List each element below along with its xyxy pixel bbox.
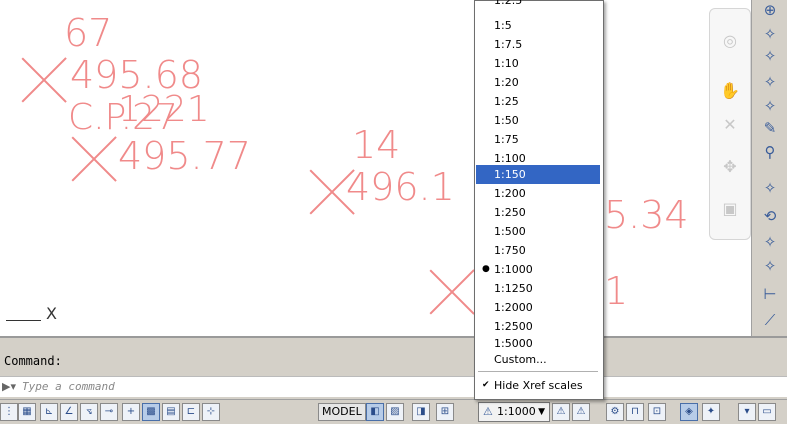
scale-option[interactable]: 1:2.5 bbox=[476, 0, 600, 10]
point-elevation: 495.77 bbox=[118, 134, 251, 178]
status-menu-icon[interactable]: ▾ bbox=[738, 403, 756, 421]
menu-separator bbox=[478, 371, 598, 372]
dynamic-input-icon[interactable]: ▩ bbox=[142, 403, 160, 421]
scale-option[interactable]: 1:75 bbox=[476, 130, 600, 149]
annotation-scale-value: 1:1000 bbox=[497, 405, 536, 418]
object-snap-icon[interactable]: ✧ bbox=[759, 24, 781, 44]
scale-option[interactable]: 1:1250 bbox=[476, 279, 600, 298]
chevron-down-icon: ▼ bbox=[538, 407, 545, 417]
scale-option[interactable]: 1:250 bbox=[476, 203, 600, 222]
pan-hand-icon[interactable]: ✋ bbox=[720, 81, 740, 101]
showmotion-icon[interactable]: ▣ bbox=[720, 199, 740, 219]
isolate-objects-icon[interactable]: ◈ bbox=[680, 403, 698, 421]
ucs-x-axis-label: X bbox=[46, 304, 57, 323]
point-label: 1221 bbox=[118, 89, 210, 130]
command-prompt-icon[interactable]: ▶▾ bbox=[2, 380, 16, 393]
annotation-scale-icon: ⚠ bbox=[483, 405, 493, 418]
grid-display-icon[interactable]: ▦ bbox=[18, 403, 36, 421]
status-bar: ⋮ ▦ ⊾ ∠ ⦪ ⊸ + ▩ ▤ ⊏ ⊹ MODEL ◧ ▨ ◨ ⊞ ⚠ 1:… bbox=[0, 399, 787, 424]
snap-endpoint-icon[interactable]: ✧ bbox=[759, 46, 781, 66]
point-elevation: 1 bbox=[604, 269, 629, 313]
orbit-icon[interactable]: ✥ bbox=[720, 157, 740, 177]
lineweight-icon[interactable]: ▤ bbox=[162, 403, 180, 421]
point-marker bbox=[430, 270, 474, 314]
navigation-bar[interactable]: ◎ ✋ ✕ ✥ ▣ bbox=[709, 8, 751, 240]
annotation-visibility-icon[interactable]: ⚠ bbox=[552, 403, 570, 421]
transparency-icon[interactable]: ⊏ bbox=[182, 403, 200, 421]
scale-option[interactable]: 1:2000 bbox=[476, 298, 600, 317]
scale-option-current[interactable]: ● 1:1000 bbox=[476, 260, 600, 279]
snap-tangent-icon[interactable]: ⟲ bbox=[759, 206, 781, 226]
scale-option-highlighted[interactable]: 1:150 bbox=[476, 165, 600, 184]
annotation-scale-button[interactable]: ⚠ 1:1000 ▼ bbox=[478, 402, 550, 422]
snap-center-icon[interactable]: ✧ bbox=[759, 178, 781, 198]
dimension-aligned-icon[interactable]: ⟋ bbox=[759, 310, 781, 330]
quick-view-layouts-icon[interactable]: ▨ bbox=[386, 403, 404, 421]
snap-midpoint-icon[interactable]: ✧ bbox=[759, 72, 781, 92]
pin-icon[interactable]: ⚲ bbox=[759, 142, 781, 162]
scale-option[interactable]: 1:5 bbox=[476, 16, 600, 35]
command-placeholder: Type a command bbox=[22, 380, 115, 393]
quick-view-drawings-icon[interactable]: ◨ bbox=[412, 403, 430, 421]
point-marker bbox=[22, 58, 66, 102]
lock-ui-icon[interactable]: ⊓ bbox=[626, 403, 644, 421]
point-label: 67 bbox=[64, 11, 113, 55]
annotation-scale-menu: 1:2.5 1:5 1:7.5 1:10 1:20 1:25 1:50 1:75… bbox=[474, 0, 604, 400]
layout-tab-icon[interactable]: ◧ bbox=[366, 403, 384, 421]
scale-option[interactable]: 1:10 bbox=[476, 54, 600, 73]
scale-option[interactable]: 1:500 bbox=[476, 222, 600, 241]
scale-option[interactable]: 1:25 bbox=[476, 92, 600, 111]
globe-icon[interactable]: ⊕ bbox=[759, 0, 781, 20]
custom-scale-option[interactable]: Custom... bbox=[476, 350, 600, 369]
auto-scale-icon[interactable]: ⚠ bbox=[572, 403, 590, 421]
steering-wheel-icon[interactable]: ◎ bbox=[720, 31, 740, 51]
display-icon[interactable]: ⊞ bbox=[436, 403, 454, 421]
scale-option[interactable]: 1:750 bbox=[476, 241, 600, 260]
scale-option[interactable]: 1:50 bbox=[476, 111, 600, 130]
command-window: Command: ▶▾ Type a command bbox=[0, 336, 787, 401]
dimension-icon[interactable]: ⊢ bbox=[759, 284, 781, 304]
ucs-x-axis-line bbox=[6, 320, 41, 321]
checkmark-icon: ✔ bbox=[482, 380, 490, 390]
command-history-label: Command: bbox=[4, 354, 62, 368]
dynamic-ucs-icon[interactable]: + bbox=[122, 403, 140, 421]
right-toolbar: ⊕ ✧ ✧ ✧ ✧ ✎ ⚲ ✧ ⟲ ✧ ✧ ⊢ ⟋ bbox=[751, 0, 787, 340]
hardware-acceleration-icon[interactable]: ⊡ bbox=[648, 403, 666, 421]
point-label: 14 bbox=[352, 123, 401, 167]
current-scale-bullet-icon: ● bbox=[482, 264, 490, 274]
ortho-mode-icon[interactable]: ⊾ bbox=[40, 403, 58, 421]
snap-mode-icon[interactable]: ⋮ bbox=[0, 403, 18, 421]
snap-quadrant-icon[interactable]: ✧ bbox=[759, 232, 781, 252]
workspace-gear-icon[interactable]: ⚙ bbox=[606, 403, 624, 421]
point-elevation: 5.34 bbox=[604, 193, 689, 237]
object-snap-tracking-icon[interactable]: ⦪ bbox=[80, 403, 98, 421]
drawing-canvas[interactable]: 67 495.68 C.P.27 1221 495.77 14 496.1 5.… bbox=[0, 0, 787, 336]
scale-option[interactable]: 1:20 bbox=[476, 73, 600, 92]
point-elevation: 496.1 bbox=[346, 165, 455, 209]
scale-option[interactable]: 1:7.5 bbox=[476, 35, 600, 54]
object-snap-status-icon[interactable]: ⊸ bbox=[100, 403, 118, 421]
model-space-button[interactable]: MODEL bbox=[318, 403, 366, 421]
point-marker bbox=[72, 137, 116, 181]
zoom-icon[interactable]: ✕ bbox=[720, 115, 740, 135]
lightbulb-icon[interactable]: ✦ bbox=[702, 403, 720, 421]
clean-screen-icon[interactable]: ▭ bbox=[758, 403, 776, 421]
polar-tracking-icon[interactable]: ∠ bbox=[60, 403, 78, 421]
snap-perpendicular-icon[interactable]: ✧ bbox=[759, 256, 781, 276]
snap-intersection-icon[interactable]: ✧ bbox=[759, 96, 781, 116]
selection-cycling-icon[interactable]: ⊹ bbox=[202, 403, 220, 421]
command-input[interactable]: ▶▾ Type a command bbox=[0, 376, 787, 397]
scale-option[interactable]: 1:200 bbox=[476, 184, 600, 203]
ucs-icon: X bbox=[6, 302, 66, 323]
hide-xref-scales-option[interactable]: ✔ Hide Xref scales bbox=[476, 376, 600, 395]
snap-edit-icon[interactable]: ✎ bbox=[759, 118, 781, 138]
